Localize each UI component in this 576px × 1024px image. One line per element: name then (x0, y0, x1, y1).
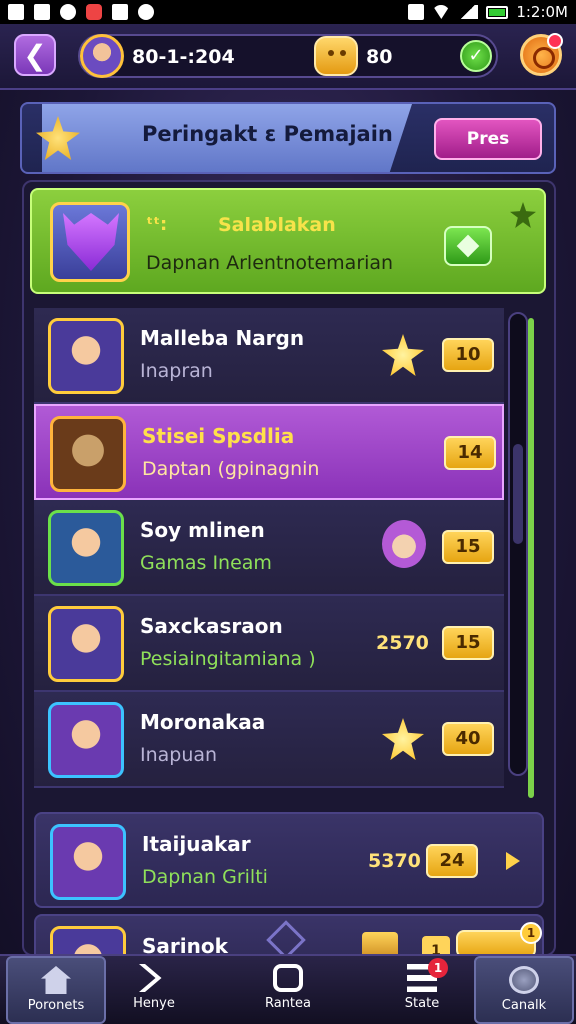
avatar (48, 606, 124, 682)
avatar (50, 824, 126, 900)
nav-label: Canalk (501, 998, 547, 1013)
star-icon (382, 334, 424, 376)
pill-badge: 1 (520, 922, 542, 944)
list-item-selected[interactable]: Stisei Spsdlia Daptan (gpinagnin 14 (34, 404, 504, 500)
player-name: Saxckasraon (140, 614, 283, 638)
top-bar: ❮ 80-1-:204 80 ✓ (0, 24, 576, 90)
coin-icon (314, 36, 358, 76)
system-status: 1:2:0M (408, 3, 568, 21)
status-icons (8, 4, 154, 20)
score-badge: 15 (442, 626, 494, 660)
bird-icon (138, 4, 154, 20)
bottom-nav: Poronets Henye Rantea State 1 Canalk (0, 954, 576, 1024)
player-name: Moronakaa (140, 710, 266, 734)
notification-badge: 1 (428, 958, 448, 978)
play-arrow-icon (139, 964, 162, 992)
mute-icon (408, 4, 425, 20)
page-title: Peringakt ɛ Pemajain (142, 122, 393, 146)
home-icon (41, 966, 71, 994)
friend-avatar-icon (382, 520, 426, 568)
scroll-accent (528, 318, 534, 798)
list-item[interactable]: Itaijuakar Dapnan Grilti 5370 24 (34, 812, 544, 908)
featured-name: Salablakan (218, 214, 336, 236)
press-button[interactable]: Pres (434, 118, 542, 160)
featured-player-card[interactable]: ᵗᵗ: Salablakan Dapnan Arlentnotemarian (30, 188, 546, 294)
player-name: Stisei Spsdlia (142, 424, 295, 448)
clock: 1:2:0M (516, 3, 568, 21)
gift-button[interactable] (444, 226, 492, 266)
player-avatar[interactable] (80, 34, 124, 78)
leaderboard-banner: Peringakt ɛ Pemajain Pres (20, 102, 556, 174)
nav-item-play[interactable]: Henye (104, 956, 204, 1024)
player-name: Malleba Nargn (140, 326, 305, 350)
chevron-right-icon[interactable] (506, 852, 520, 870)
settings-icon (112, 4, 128, 20)
ranking-scroll-area[interactable]: Malleba Nargn Inapran 10 Stisei Spsdlia … (34, 308, 504, 788)
score-badge: 40 (442, 722, 494, 756)
battery-icon (486, 5, 509, 19)
featured-subtitle: Dapnan Arlentnotemarian (146, 252, 394, 274)
list-item[interactable]: Soy mlinen Gamas Ineam 15 (34, 500, 504, 596)
nav-label: Henye (133, 996, 175, 1011)
app-icon (8, 4, 24, 20)
currency-bar: 80-1-:204 80 ✓ (78, 34, 498, 78)
nav-item-stats[interactable]: State 1 (372, 956, 472, 1024)
featured-tag: ᵗᵗ: (146, 214, 168, 235)
player-subtitle: Pesiaingitamiana ) (140, 648, 316, 670)
scroll-thumb[interactable] (513, 444, 523, 544)
coin-count: 80 (366, 46, 393, 68)
favorite-star-icon[interactable] (510, 202, 536, 228)
score-badge: 15 (442, 530, 494, 564)
notification-dot (547, 33, 563, 49)
player-points: 5370 (368, 850, 421, 872)
check-icon: ✓ (468, 45, 484, 66)
player-subtitle: Inapuan (140, 744, 218, 766)
nav-label: State (404, 996, 440, 1011)
avatar (48, 510, 124, 586)
signal-icon (458, 5, 479, 19)
score-badge: 24 (426, 844, 478, 878)
player-subtitle: Gamas Ineam (140, 552, 272, 574)
player-subtitle: Dapnan Grilti (142, 866, 268, 888)
player-points: 2570 (376, 632, 429, 654)
scrollbar[interactable] (508, 312, 528, 776)
score-badge: 14 (444, 436, 496, 470)
avatar (48, 318, 124, 394)
location-icon (60, 4, 76, 20)
player-id: 80-1-:204 (132, 46, 235, 68)
status-bar: 1:2:0M (0, 0, 576, 24)
nav-item-ranking[interactable]: Rantea (238, 956, 338, 1024)
player-name: Itaijuakar (142, 832, 251, 856)
confirm-check-button[interactable]: ✓ (460, 40, 492, 72)
player-subtitle: Inapran (140, 360, 213, 382)
list-item[interactable]: Malleba Nargn Inapran 10 (34, 308, 504, 404)
circle-icon (509, 966, 539, 994)
list-item[interactable]: Moronakaa Inapuan 40 (34, 692, 504, 788)
notification-icon (34, 4, 50, 20)
nav-item-home[interactable]: Poronets (6, 956, 106, 1024)
score-badge: 10 (442, 338, 494, 372)
list-item[interactable]: Saxckasraon Pesiaingitamiana ) 2570 15 (34, 596, 504, 692)
wifi-icon (432, 5, 451, 19)
back-button[interactable]: ❮ (14, 34, 56, 76)
notification-button[interactable] (520, 33, 563, 76)
recording-icon (86, 4, 102, 20)
player-name: Soy mlinen (140, 518, 265, 542)
avatar (50, 416, 126, 492)
player-subtitle: Daptan (gpinagnin (142, 458, 320, 480)
featured-emblem-icon (50, 202, 130, 282)
nav-item-channel[interactable]: Canalk (474, 956, 574, 1024)
star-icon (382, 718, 424, 760)
avatar (48, 702, 124, 778)
square-icon (273, 964, 303, 992)
leaderboard-list: ᵗᵗ: Salablakan Dapnan Arlentnotemarian M… (22, 180, 556, 984)
back-arrow-icon: ❮ (23, 38, 47, 72)
nav-label: Rantea (264, 996, 311, 1011)
nav-label: Poronets (27, 998, 85, 1013)
